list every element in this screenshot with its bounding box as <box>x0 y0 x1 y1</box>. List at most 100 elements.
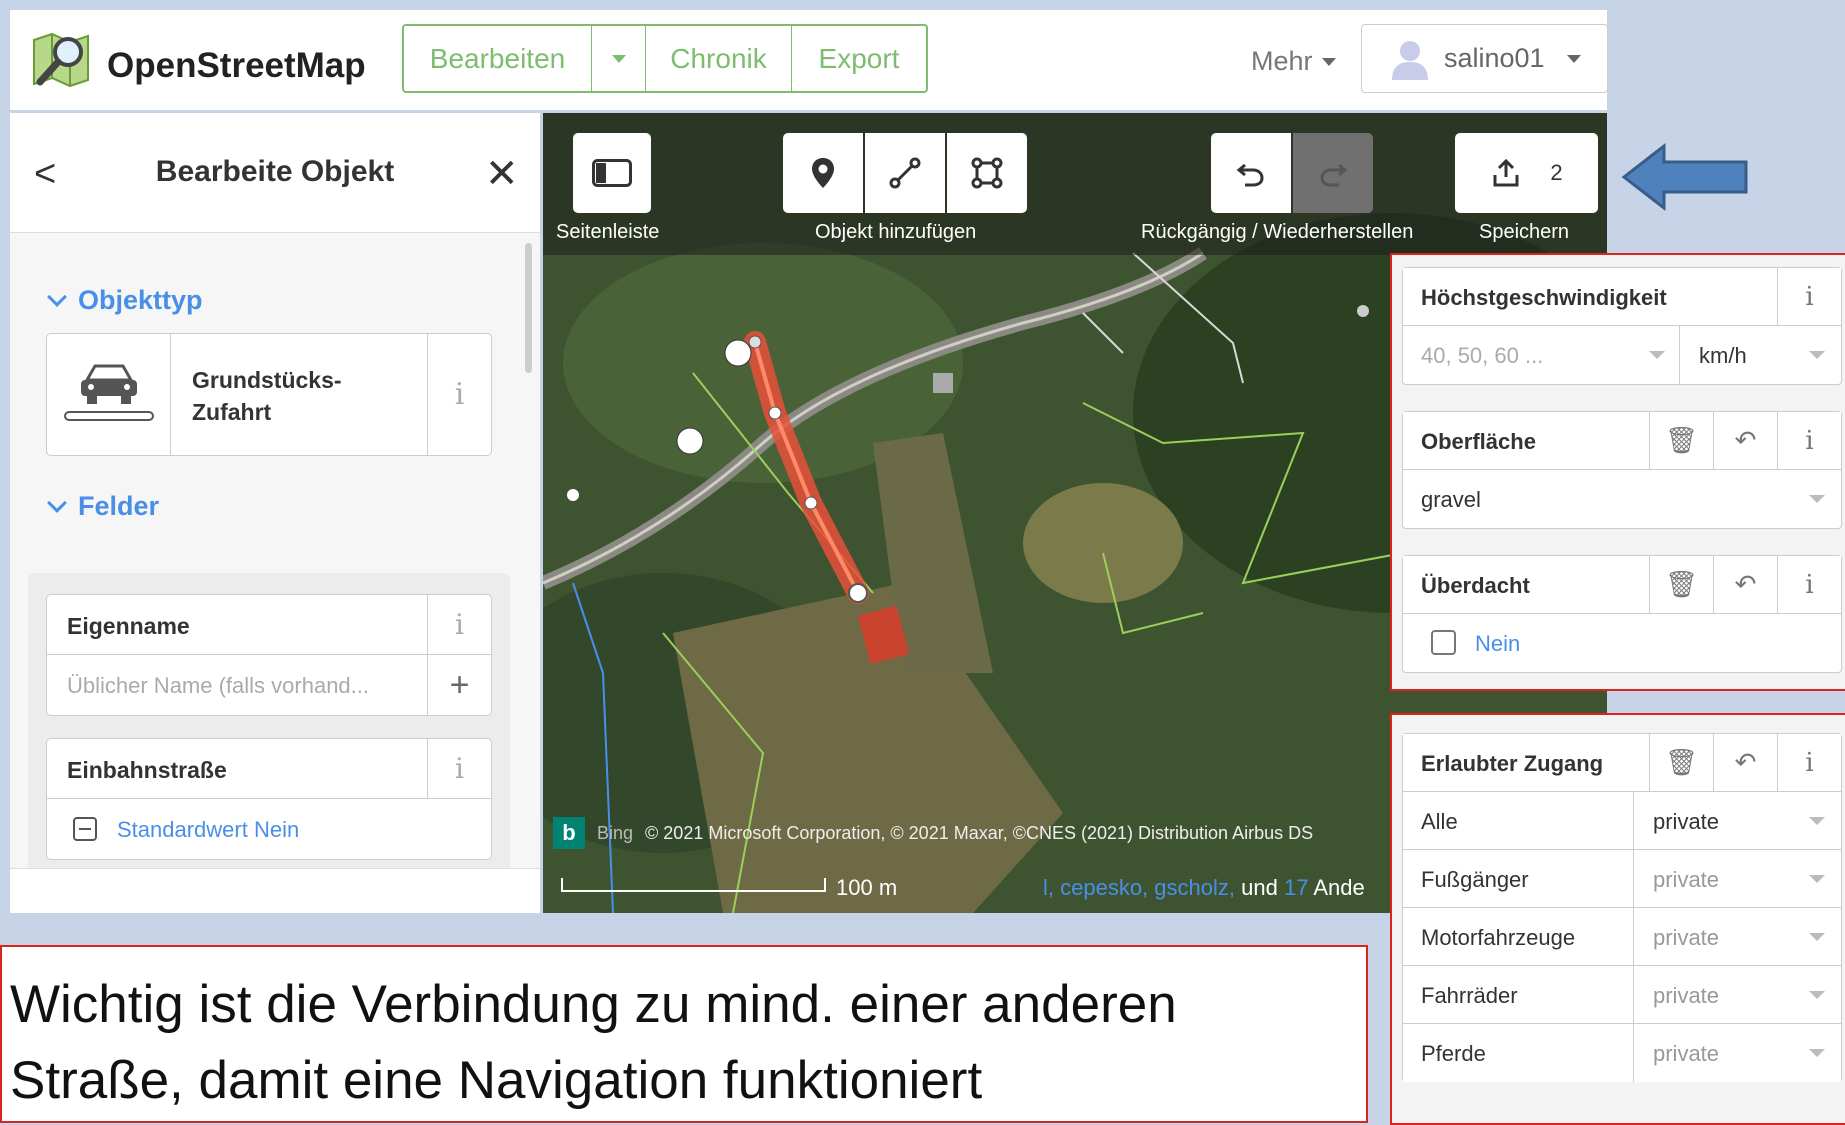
scale-bar[interactable] <box>561 878 826 892</box>
divider <box>1633 908 1634 966</box>
access-row-label: Alle <box>1421 809 1458 834</box>
chevron-down-icon <box>47 286 67 307</box>
contributor-links[interactable]: l, cepesko, gscholz, <box>1043 875 1235 900</box>
upload-icon <box>1493 158 1519 187</box>
caret-down-icon <box>1566 54 1581 63</box>
sidebar-toggle-button[interactable] <box>573 133 651 213</box>
export-button[interactable]: Export <box>792 26 926 91</box>
maxspeed-field: Höchstgeschwindigkeit i 40, 50, 60 ... k… <box>1402 267 1842 385</box>
info-icon[interactable]: i <box>1777 556 1841 613</box>
caret-down-icon[interactable] <box>1809 351 1825 359</box>
divider <box>1633 1024 1634 1082</box>
name-input[interactable]: Üblicher Name (falls vorhand... + <box>47 655 491 715</box>
access-row-label: Fußgänger <box>1421 867 1529 892</box>
info-icon[interactable]: i <box>427 334 491 455</box>
surface-combo[interactable]: gravel <box>1403 470 1841 528</box>
revert-icon[interactable]: ↶ <box>1713 556 1777 613</box>
caption-line: Straße, damit eine Navigation funktionie… <box>10 1051 983 1110</box>
edit-button[interactable]: Bearbeiten <box>404 26 592 91</box>
trash-icon[interactable]: 🗑 <box>1649 412 1713 469</box>
info-icon[interactable]: i <box>427 739 491 798</box>
revert-icon[interactable]: ↶ <box>1713 734 1777 791</box>
access-value-select[interactable]: private <box>1653 867 1719 893</box>
scale-label: 100 m <box>836 875 898 900</box>
caret-down-icon[interactable] <box>1649 351 1665 359</box>
driveway-preset-icon <box>47 334 171 455</box>
bing-logo-icon[interactable]: b <box>553 817 585 849</box>
info-icon[interactable]: i <box>427 595 491 654</box>
caret-down-icon[interactable] <box>1809 817 1825 825</box>
access-value-select[interactable]: private <box>1653 925 1719 951</box>
add-area-button[interactable] <box>947 133 1027 213</box>
caret-down-icon[interactable] <box>1809 495 1825 503</box>
more-menu-button[interactable]: Mehr <box>1251 46 1336 77</box>
access-row: Pferde private <box>1403 1024 1841 1082</box>
indeterminate-checkbox-icon[interactable] <box>73 817 97 841</box>
history-button[interactable]: Chronik <box>646 26 792 91</box>
user-menu-button[interactable]: salino01 <box>1361 24 1608 93</box>
info-icon[interactable]: i <box>1777 734 1841 791</box>
covered-value[interactable]: Nein <box>1475 631 1520 657</box>
user-avatar-icon <box>1392 40 1428 80</box>
access-rows: Alle private Fußgänger private Motorfahrzeug… <box>1403 792 1841 1082</box>
access-value-select[interactable]: private <box>1653 809 1719 835</box>
brand-title[interactable]: OpenStreetMap <box>107 46 366 86</box>
field-label: Eigenname <box>67 613 190 639</box>
caret-down-icon[interactable] <box>1809 933 1825 941</box>
caret-down-icon[interactable] <box>1809 1049 1825 1057</box>
covered-checkbox-row[interactable]: Nein <box>1403 614 1841 672</box>
access-row-label: Motorfahrzeuge <box>1421 925 1576 950</box>
contributors-count-link[interactable]: 17 <box>1284 875 1308 900</box>
access-row-label: Fahrräder <box>1421 983 1518 1008</box>
more-label: Mehr <box>1251 46 1313 76</box>
redo-button[interactable] <box>1293 133 1373 213</box>
field-label: Oberfläche <box>1421 429 1536 454</box>
trash-icon[interactable]: 🗑 <box>1649 556 1713 613</box>
osm-logo-icon[interactable] <box>30 30 94 92</box>
access-row: Motorfahrzeuge private <box>1403 908 1841 966</box>
maxspeed-input[interactable]: 40, 50, 60 ... <box>1421 343 1543 369</box>
close-icon[interactable]: ✕ <box>485 151 519 197</box>
save-label: Speichern <box>1479 221 1570 243</box>
edit-dropdown-button[interactable] <box>592 26 646 91</box>
add-point-button[interactable] <box>783 133 863 213</box>
sidebar-scrollbar[interactable] <box>525 243 532 373</box>
field-header: Überdacht 🗑 ↶ i <box>1403 556 1841 614</box>
undo-button[interactable] <box>1211 133 1291 213</box>
access-value-select[interactable]: private <box>1653 1041 1719 1067</box>
save-button[interactable]: 2 <box>1455 133 1598 213</box>
info-icon[interactable]: i <box>1777 268 1841 325</box>
sidebar-toggle-icon <box>592 159 632 187</box>
divider <box>1633 792 1634 850</box>
access-row: Fahrräder private <box>1403 966 1841 1024</box>
point-marker-icon <box>812 158 834 188</box>
covered-checkbox[interactable] <box>1431 630 1456 655</box>
surface-field: Oberfläche 🗑 ↶ i gravel <box>1402 411 1842 529</box>
access-panel: Erlaubter Zugang 🗑 ↶ i Alle private Fußgän… <box>1390 713 1845 1125</box>
sidebar-footer <box>10 868 540 913</box>
caret-down-icon[interactable] <box>1809 875 1825 883</box>
section-label: Felder <box>78 491 160 521</box>
annotation-caption: Wichtig ist die Verbindung zu mind. eine… <box>0 945 1368 1123</box>
oneway-checkbox[interactable]: Standardwert Nein <box>47 799 491 859</box>
access-value-select[interactable]: private <box>1653 983 1719 1009</box>
sidebar-title: Bearbeite Objekt <box>155 155 395 188</box>
field-header: Einbahnstraße i <box>47 739 491 799</box>
oneway-value[interactable]: Standardwert Nein <box>117 817 299 843</box>
info-icon[interactable]: i <box>1777 412 1841 469</box>
attribution-text[interactable]: © 2021 Microsoft Corporation, © 2021 Max… <box>645 823 1313 844</box>
add-localized-name-icon[interactable]: + <box>427 655 491 715</box>
field-label: Überdacht <box>1421 573 1530 598</box>
section-toggle-object-type[interactable]: Objekttyp <box>47 285 203 316</box>
add-line-button[interactable] <box>865 133 945 213</box>
trash-icon[interactable]: 🗑 <box>1649 734 1713 791</box>
caret-down-icon[interactable] <box>1809 991 1825 999</box>
object-type-card[interactable]: Grundstücks- Zufahrt i <box>46 333 492 456</box>
maxspeed-unit-select[interactable]: km/h <box>1699 343 1747 369</box>
revert-icon[interactable]: ↶ <box>1713 412 1777 469</box>
editor-sidebar: < Bearbeite Objekt ✕ Objekttyp Grundstüc… <box>10 113 540 913</box>
section-toggle-fields[interactable]: Felder <box>47 491 160 522</box>
field-header: Oberfläche 🗑 ↶ i <box>1403 412 1841 470</box>
covered-field: Überdacht 🗑 ↶ i Nein <box>1402 555 1842 673</box>
divider <box>1633 966 1634 1024</box>
